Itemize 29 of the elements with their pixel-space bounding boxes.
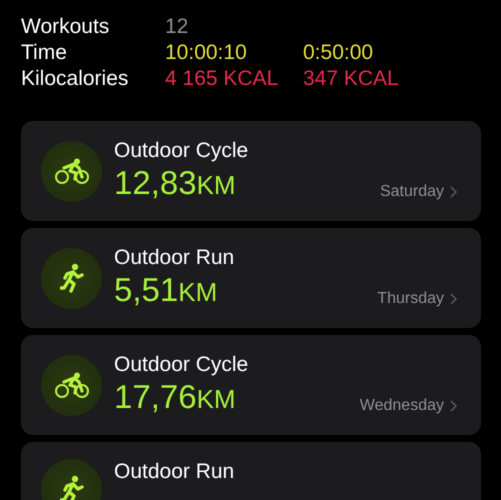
chevron-icon (450, 186, 457, 198)
stat-label: Time (21, 40, 68, 65)
workout-distance: 17,76KM (114, 378, 236, 417)
chevron-icon (450, 293, 457, 305)
stat-label: Kilocalories (21, 66, 130, 91)
workout-distance: 12,83KM (114, 164, 236, 203)
chevron-icon (450, 400, 457, 412)
cyclist-icon (54, 158, 88, 184)
runner-icon (60, 474, 84, 500)
workout-day: Wednesday (360, 397, 444, 415)
workout-card[interactable]: Outdoor Run 5,51KM Thursday (21, 228, 481, 328)
stat-total: 12 (165, 14, 190, 39)
cyclist-icon (54, 372, 88, 398)
stat-total: 4 165 KCAL (165, 66, 280, 91)
workout-title: Outdoor Run (114, 245, 234, 271)
stat-average: 347 KCAL (303, 66, 400, 91)
workout-card[interactable]: Outdoor Cycle 17,76KM Wednesday (21, 335, 481, 435)
stat-label: Workouts (21, 14, 110, 39)
workout-title: Outdoor Run (114, 459, 234, 485)
runner-icon (60, 263, 84, 293)
workout-title: Outdoor Cycle (114, 138, 248, 164)
workout-distance: 5,51KM (114, 271, 218, 310)
workout-day: Thursday (377, 290, 444, 308)
workout-title: Outdoor Cycle (114, 352, 248, 378)
stat-average: 0:50:00 (303, 40, 374, 65)
workout-card[interactable]: Outdoor Cycle 12,83KM Saturday (21, 121, 481, 221)
workout-day: Saturday (380, 183, 444, 201)
stat-total: 10:00:10 (165, 40, 248, 65)
workout-card[interactable]: Outdoor Run (21, 442, 481, 500)
